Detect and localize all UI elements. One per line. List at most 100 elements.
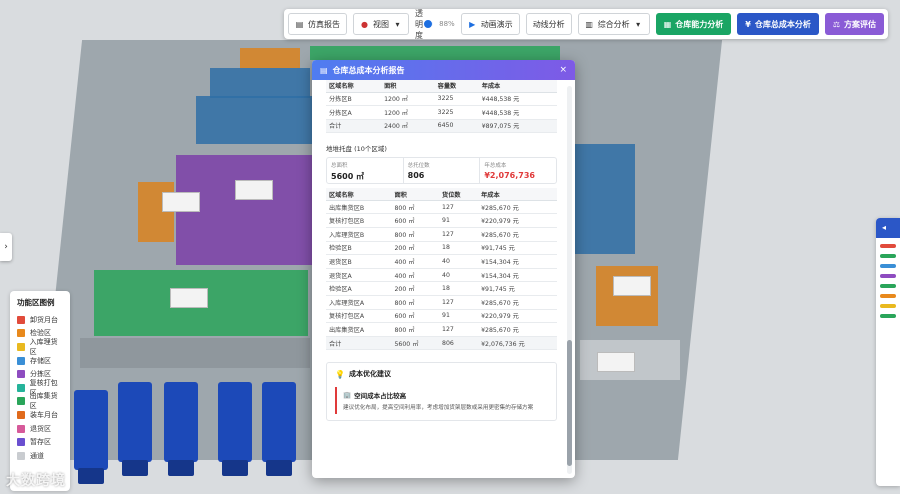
stat-value: 5600 ㎡ (331, 172, 365, 182)
suggest-title-row: 💡 成本优化建议 (335, 369, 548, 379)
truck (118, 382, 152, 476)
flow-analysis-button[interactable]: 动线分析 (525, 13, 572, 35)
table-cell: 出库集货区A (326, 322, 392, 337)
table-cell: 出库集货区B (326, 200, 392, 215)
view-dropdown[interactable]: ● 视图 ▾ (353, 13, 409, 35)
legend-item-label: 卸货月台 (30, 315, 58, 324)
table-cell: ¥448,538 元 (478, 92, 557, 107)
modal-title: 仓库总成本分析报告 (332, 65, 405, 75)
table-cell: ¥448,538 元 (478, 105, 557, 120)
legend-item-label: 通道 (30, 451, 44, 460)
eye-icon: ● (361, 19, 368, 29)
table-row: 复核打包区A 600 ㎡ 91 ¥220,979 元 (326, 309, 557, 324)
modal-header: ▤ 仓库总成本分析报告 × (312, 60, 575, 80)
legend-item: 退货区 (17, 422, 63, 436)
stat-label: 总托位数 (407, 163, 430, 170)
analysis-dropdown[interactable]: ▥ 综合分析 ▾ (577, 13, 650, 35)
table-cell: 127 (439, 322, 479, 337)
table-row: 出库集货区B 800 ㎡ 127 ¥285,670 元 (326, 200, 557, 215)
expand-left-panel-button[interactable]: › (0, 233, 12, 261)
table-cell: 退货区A (326, 268, 392, 283)
legend-swatch (17, 410, 25, 419)
close-icon[interactable]: × (559, 65, 567, 75)
right-panel-line (880, 304, 896, 308)
legend-swatch (17, 315, 25, 324)
right-panel-header[interactable]: ◂ (876, 218, 900, 238)
right-panel-line (880, 274, 896, 278)
zone-block (210, 68, 310, 98)
right-side-panel[interactable]: ◂ (876, 218, 900, 486)
right-panel-line (880, 284, 896, 288)
table-cell: 检验区B (326, 241, 392, 256)
money-icon: ¥ (745, 19, 751, 29)
table-cell: ¥154,304 元 (478, 254, 557, 269)
legend-swatch (17, 329, 25, 338)
animation-button[interactable]: ▶ 动画演示 (460, 13, 520, 35)
zone-label-tag (170, 288, 208, 308)
table-header-cell: 区域名称 (326, 80, 382, 93)
stat-label: 年总成本 (484, 163, 507, 170)
modal-scrollbar-thumb[interactable] (567, 340, 572, 466)
total-cost-button[interactable]: ¥ 仓库总成本分析 (737, 13, 819, 35)
table-cell: 600 ㎡ (391, 213, 440, 228)
floor-pallet-stats: 总面积 5600 ㎡ 总托位数 806 年总成本 ¥2,076,736 (326, 157, 557, 185)
total-cost-report-modal: ▤ 仓库总成本分析报告 × 区域名称 面积 容量数 年成本 分拣区B 1200 ㎡ 322… (312, 60, 575, 478)
chevron-left-icon: ◂ (882, 223, 887, 232)
table-header-cell: 面积 (381, 80, 435, 93)
capacity-analysis-button[interactable]: ▦ 仓库能力分析 (655, 13, 732, 35)
table-cell: 合计 (326, 119, 382, 134)
legend-swatch (17, 451, 25, 460)
table-cell: ¥285,670 元 (478, 227, 557, 242)
table-cell: 3225 (434, 92, 479, 107)
table-row: 复核打包区B 600 ㎡ 91 ¥220,979 元 (326, 213, 557, 228)
stat-value: ¥2,076,736 (484, 171, 535, 181)
tip-title: 空间成本占比较高 (354, 392, 407, 401)
zone-block (575, 144, 635, 254)
capacity-analysis-label: 仓库能力分析 (675, 19, 724, 29)
plan-eval-button[interactable]: ⚖ 方案评估 (824, 13, 884, 35)
building-icon: 🏢 (343, 391, 352, 400)
stat-annual-cost: 年总成本 ¥2,076,736 (480, 158, 556, 183)
table-row: 检验区A 200 ㎡ 18 ¥91,745 元 (326, 281, 557, 296)
table-cell: 200 ㎡ (391, 241, 440, 256)
legend-item: 入库理货区 (17, 337, 63, 356)
legend-item: 暂存区 (17, 435, 63, 449)
view-label: 视图 (373, 19, 389, 29)
scale-icon: ⚖ (832, 19, 840, 29)
table-row: 分拣区B 1200 ㎡ 3225 ¥448,538 元 (326, 92, 557, 107)
bar-chart-icon: ▦ (663, 19, 672, 29)
legend-item: 出库集货区 (17, 392, 63, 410)
chart-icon: ▥ (585, 19, 593, 29)
total-cost-label: 仓库总成本分析 (754, 19, 811, 29)
table-cell: ¥91,745 元 (478, 241, 557, 256)
table-cell: 分拣区A (326, 105, 382, 120)
zone-block (310, 46, 560, 60)
modal-scrollbar[interactable] (567, 86, 572, 474)
table-cell: 800 ㎡ (391, 200, 440, 215)
legend-item-label: 退货区 (30, 424, 51, 433)
table-cell: 合计 (326, 336, 392, 351)
legend-item: 装车月台 (17, 408, 63, 422)
stat-total-area: 总面积 5600 ㎡ (327, 158, 404, 184)
stat-label: 总面积 (331, 163, 348, 170)
truck (74, 390, 108, 484)
table-cell: 退货区B (326, 254, 392, 269)
play-icon: ▶ (469, 19, 476, 29)
floor-pallet-section-title: 地堆托盘 (10个区域) (326, 145, 387, 154)
report-button[interactable]: ▤ 仿真报告 (288, 13, 347, 35)
flow-analysis-label: 动线分析 (532, 19, 565, 29)
table-cell: ¥285,670 元 (478, 295, 557, 310)
legend-item-label: 出库集货区 (29, 392, 58, 411)
legend-item-label: 入库理货区 (29, 337, 58, 356)
table-cell: 检验区A (326, 281, 392, 296)
cost-optimization-card: 💡 成本优化建议 🏢 空间成本占比较高 建议优化布局，提高空间利用率，考虑增加货… (326, 362, 557, 422)
zone-label-tag (235, 180, 273, 200)
table-header-cell: 货位数 (439, 188, 479, 201)
opacity-slider-knob[interactable] (423, 19, 434, 29)
opacity-slider[interactable] (423, 19, 434, 29)
table-cell: 400 ㎡ (391, 268, 440, 283)
table-row: 检验区B 200 ㎡ 18 ¥91,745 元 (326, 241, 557, 256)
modal-body[interactable]: 区域名称 面积 容量数 年成本 分拣区B 1200 ㎡ 3225 ¥448,538 元分拣区… (312, 80, 575, 478)
table-cell: 400 ㎡ (391, 254, 440, 269)
table-header-cell: 面积 (391, 188, 440, 201)
